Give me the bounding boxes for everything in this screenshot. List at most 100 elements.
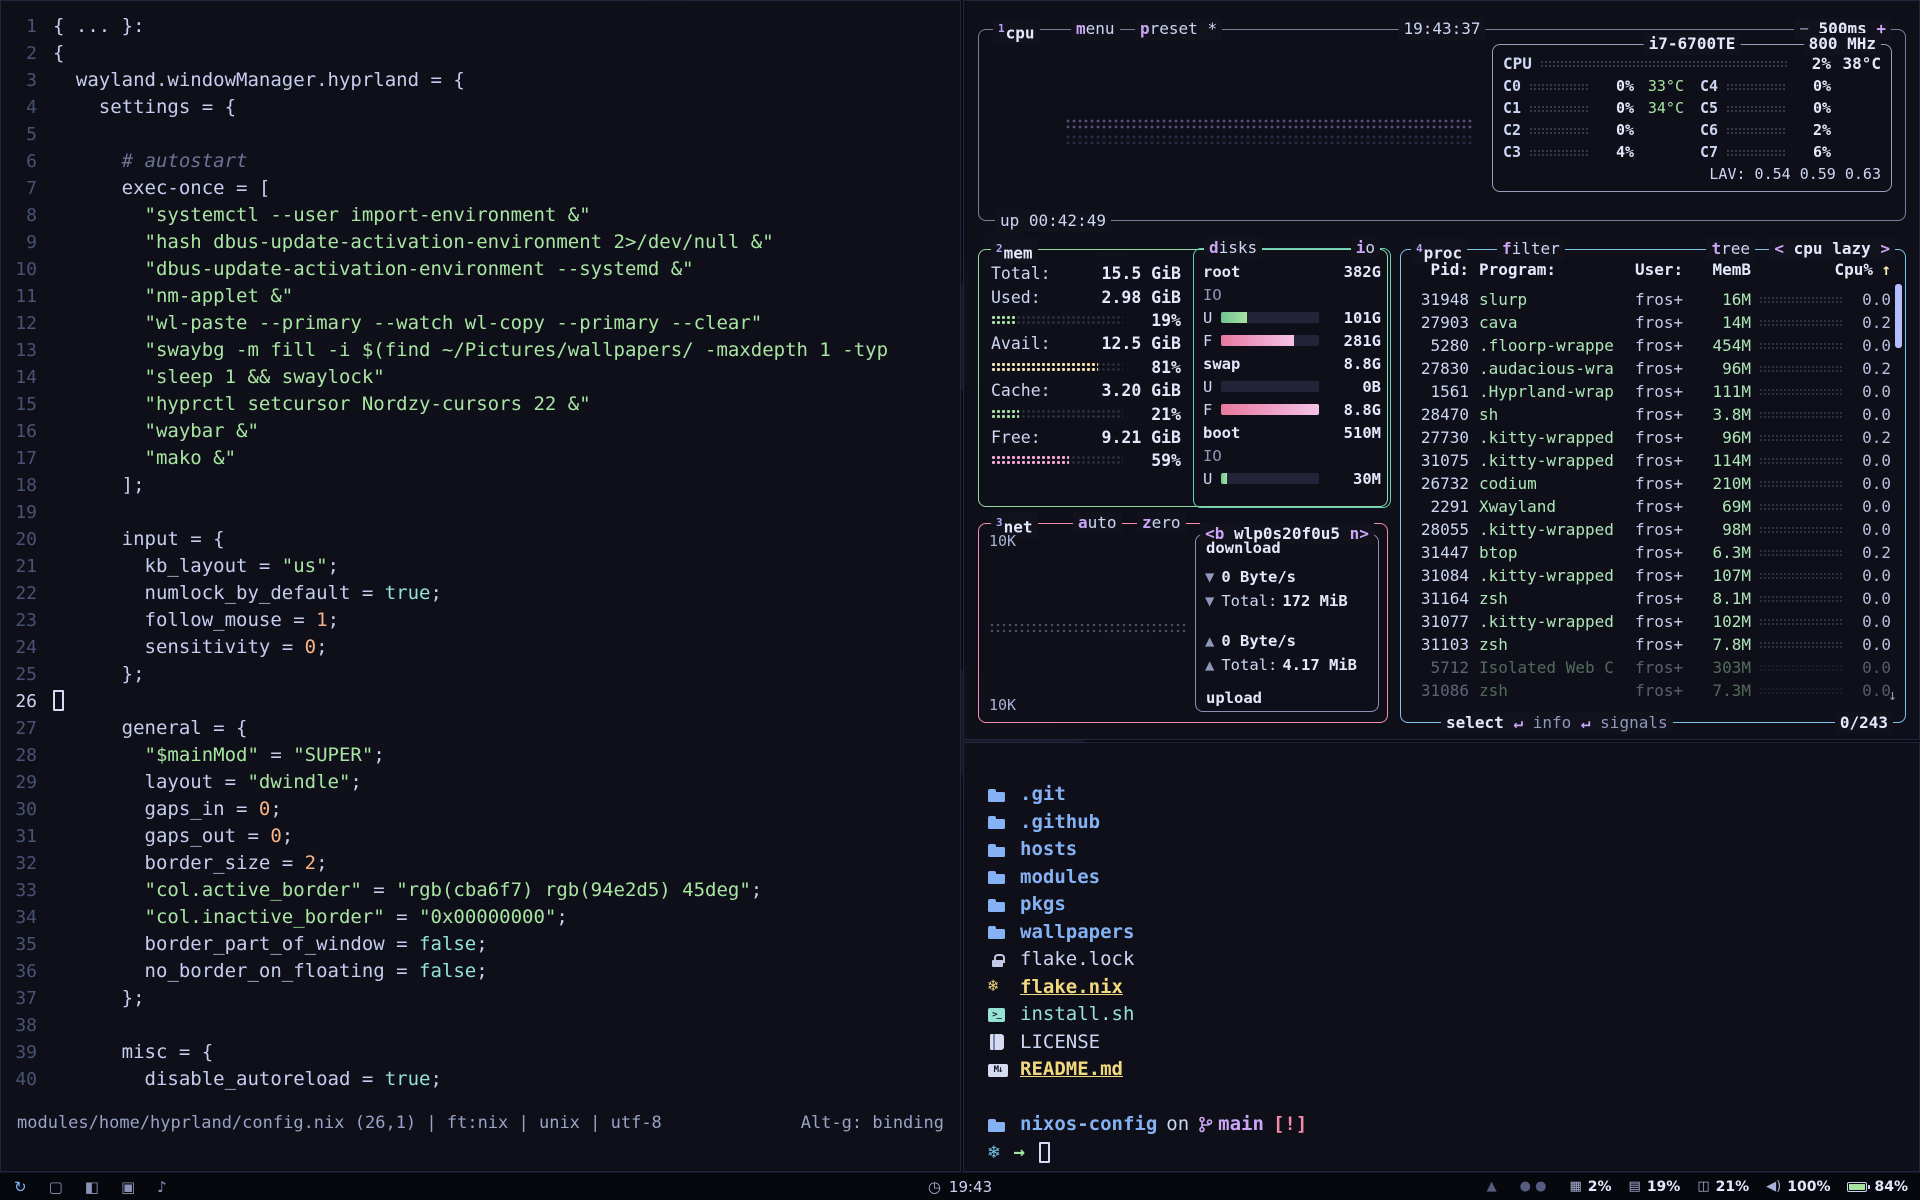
process-user: fros+ [1635, 451, 1699, 470]
file-entry: .github [988, 809, 1919, 837]
token: 1 [316, 609, 327, 631]
process-row[interactable]: 27903cavafros+14M0.2 [1413, 311, 1891, 334]
btop-net-box[interactable]: 3net auto zero 10K 10K <b wlp0s20f0u5 n>… [978, 523, 1388, 723]
proc-scrollbar[interactable] [1895, 284, 1902, 348]
col-memb[interactable]: MemB [1699, 260, 1751, 279]
select-action[interactable]: select [1446, 713, 1504, 732]
col-cpu[interactable]: Cpu% [1833, 260, 1873, 279]
tray-expand-button[interactable]: ▲ [1487, 1179, 1503, 1194]
token [53, 258, 145, 280]
info-action[interactable]: info [1533, 713, 1572, 732]
process-cpu: 0.0 [1851, 290, 1891, 309]
net-auto-button[interactable]: auto [1073, 512, 1122, 534]
io-mode-button[interactable]: io [1351, 237, 1380, 259]
process-row[interactable]: 2291Xwaylandfros+69M0.0 [1413, 495, 1891, 518]
menu-button[interactable]: menu [1071, 18, 1120, 40]
process-row[interactable]: 27830.audacious-wrafros+96M0.2 [1413, 357, 1891, 380]
process-user: fros+ [1635, 497, 1699, 516]
token [53, 312, 145, 334]
editor-window[interactable]: 1{ ... }:2{3 wayland.windowManager.hyprl… [0, 0, 961, 1172]
btop-disks-box[interactable]: disks io root382GIOU101GF281Gswap8.8GU0B… [1193, 248, 1391, 508]
disk-name-row: boot510M [1203, 421, 1381, 444]
process-row[interactable]: 28055.kitty-wrappedfros+98M0.0 [1413, 518, 1891, 541]
mem-stat-row: Total:15.5 GiB [991, 262, 1181, 285]
preset-button[interactable]: preset * [1135, 18, 1222, 40]
disk-bar-fill [1221, 473, 1227, 484]
cpu-core: C20% [1503, 119, 1684, 141]
col-program[interactable]: Program: [1479, 260, 1635, 279]
core-meter [1726, 83, 1787, 90]
prompt-line: nixos-config on main [!] [988, 1111, 1919, 1139]
process-row[interactable]: 31077.kitty-wrappedfros+102M0.0 [1413, 610, 1891, 633]
download-speed-row: ▼0 Byte/s [1205, 565, 1369, 589]
editor-line: 32 border_size = 2; [1, 850, 960, 877]
mem-box-title[interactable]: 2mem [991, 238, 1038, 264]
input-line[interactable]: ❄ → [988, 1139, 1919, 1167]
tree-toggle-button[interactable]: tree [1706, 238, 1755, 260]
process-row[interactable]: 31103zshfros+7.8M0.0 [1413, 633, 1891, 656]
process-cpu-graph [1759, 434, 1843, 442]
process-row[interactable]: 1561.Hyprland-wrapfros+111M0.0 [1413, 380, 1891, 403]
volume-indicator-glyph: ◀) [1766, 1179, 1781, 1194]
proc-footer: select ↵ info ↵ signals [1441, 712, 1673, 734]
col-user[interactable]: User: [1635, 260, 1699, 279]
token: "col.inactive_border" [145, 906, 385, 928]
mem-stat-label: Cache: [991, 381, 1051, 400]
line-number: 2 [1, 40, 53, 67]
btop-cpu-box[interactable]: 1cpu menu preset * 19:43:37 − 500ms + i7… [978, 29, 1906, 221]
process-row[interactable]: 31084.kitty-wrappedfros+107M0.0 [1413, 564, 1891, 587]
process-row[interactable]: 31447btopfros+6.3M0.2 [1413, 541, 1891, 564]
btop-mem-box[interactable]: 2mem Total:15.5 GiBUsed:2.98 GiB19%Avail… [978, 249, 1388, 507]
sort-next-button[interactable]: > [1880, 239, 1890, 258]
process-row[interactable]: 27730.kitty-wrappedfros+96M0.2 [1413, 426, 1891, 449]
clipboard-icon[interactable]: ◧ [85, 1178, 99, 1196]
col-pid[interactable]: Pid: [1413, 260, 1469, 279]
upload-speed-row: ▲0 Byte/s [1205, 629, 1369, 653]
cpu-box-title[interactable]: 1cpu [993, 18, 1040, 44]
sort-prev-button[interactable]: < [1774, 239, 1784, 258]
disk-indicator[interactable]: ◫21% [1697, 1179, 1749, 1195]
editor-line: 3 wayland.windowManager.hyprland = { [1, 67, 960, 94]
editor-line: 5 [1, 121, 960, 148]
workspace-icon[interactable]: ▢ [49, 1178, 63, 1196]
process-cpu-graph [1759, 641, 1843, 649]
process-row[interactable]: 5280.floorp-wrappefros+454M0.0 [1413, 334, 1891, 357]
bar-clock[interactable]: ◷ 19:43 [928, 1178, 992, 1196]
launcher-icon[interactable]: ↻ [14, 1178, 27, 1196]
memory-indicator[interactable]: ▤19% [1629, 1179, 1681, 1195]
process-cpu: 0.0 [1851, 635, 1891, 654]
process-row[interactable]: 31075.kitty-wrappedfros+114M0.0 [1413, 449, 1891, 472]
cpu-indicator[interactable]: ▦2% [1569, 1179, 1611, 1195]
code-text: general = { [53, 717, 247, 739]
filter-button[interactable]: filter [1497, 238, 1565, 260]
token: ; [751, 879, 762, 901]
scroll-up-icon[interactable]: ↑ [1873, 260, 1891, 279]
battery-indicator[interactable]: 84% [1847, 1179, 1908, 1195]
disk-name: swap [1203, 355, 1240, 373]
btop-proc-box[interactable]: 4proc filter tree < cpu lazy > Pid: Prog… [1400, 249, 1906, 723]
terminal-window[interactable]: .git.githubhostsmodulespkgswallpapersfla… [963, 742, 1920, 1172]
btop-window[interactable]: 1cpu menu preset * 19:43:37 − 500ms + i7… [963, 0, 1920, 740]
sort-selector[interactable]: < cpu lazy > [1769, 238, 1895, 260]
process-row[interactable]: 26732codiumfros+210M0.0 [1413, 472, 1891, 495]
media-icon[interactable]: ♪ [157, 1178, 167, 1196]
mem-meter-pct: 21% [1151, 405, 1181, 424]
scroll-down-icon[interactable]: ↓ [1888, 686, 1897, 704]
mem-stat-label: Avail: [991, 334, 1051, 353]
process-row[interactable]: 31948slurpfros+16M0.0 [1413, 288, 1891, 311]
tray-apps[interactable]: ● ● [1520, 1179, 1553, 1194]
signals-action[interactable]: signals [1600, 713, 1667, 732]
disks-title-label[interactable]: disks [1204, 237, 1262, 259]
display-icon[interactable]: ▣ [121, 1178, 135, 1196]
process-row[interactable]: 28470shfros+3.8M0.0 [1413, 403, 1891, 426]
mem-stat-value: 2.98 GiB [1102, 288, 1181, 307]
process-row[interactable]: 31164zshfros+8.1M0.0 [1413, 587, 1891, 610]
mem-meter [991, 409, 1123, 420]
iface-next-button[interactable]: n> [1340, 524, 1369, 543]
volume-indicator[interactable]: ◀)100% [1766, 1179, 1830, 1195]
process-cpu: 0.0 [1851, 451, 1891, 470]
process-row[interactable]: 5712Isolated Web Cfros+303M0.0 [1413, 656, 1891, 679]
process-row[interactable]: 31086zshfros+7.3M0.0 [1413, 679, 1891, 702]
battery-indicator-value: 84% [1874, 1179, 1908, 1195]
net-zero-button[interactable]: zero [1137, 512, 1186, 534]
